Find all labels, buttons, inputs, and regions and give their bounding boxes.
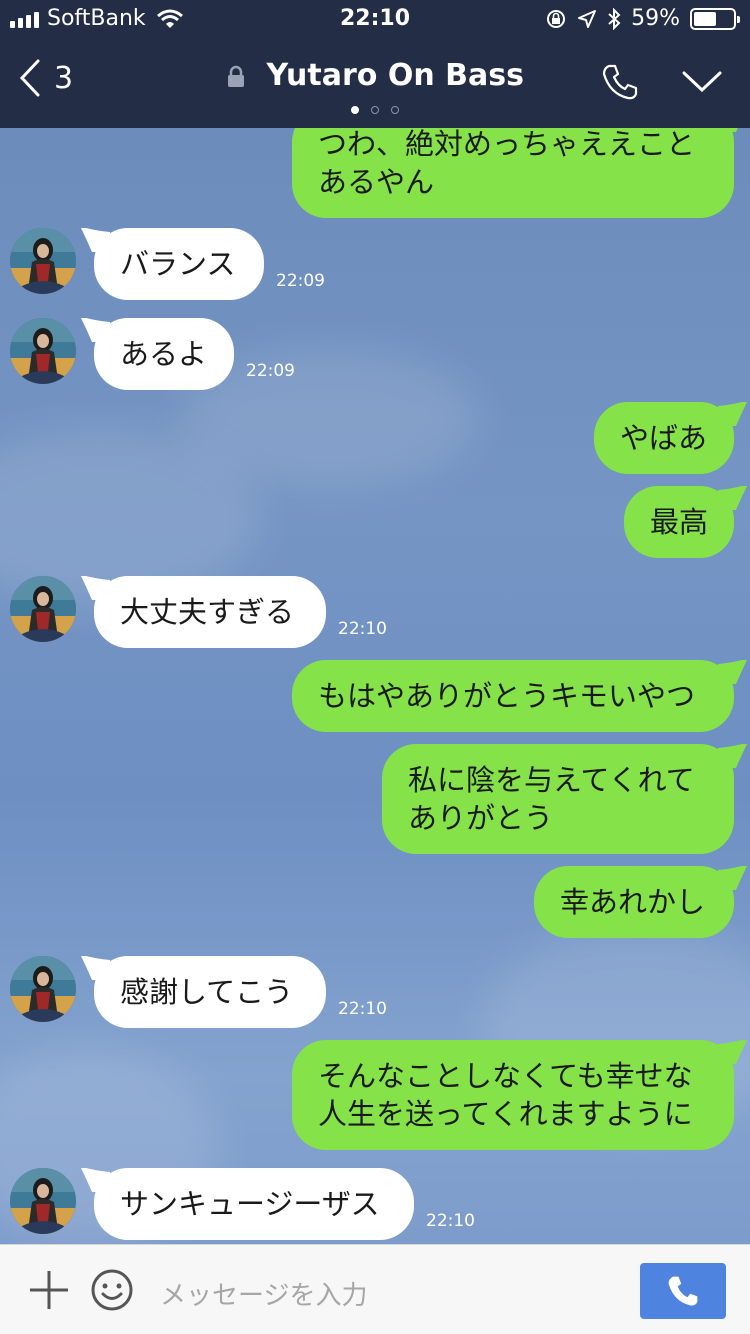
avatar[interactable] [10, 318, 76, 384]
battery-icon [690, 7, 740, 30]
voice-call-button[interactable] [640, 1263, 726, 1319]
message-time: 22:10 [338, 999, 387, 1019]
bubble-tail [718, 486, 748, 510]
message-meta: 22:10 [338, 618, 387, 640]
message-meta: 22:09 [246, 360, 295, 382]
message-text: ありがとう [408, 801, 554, 835]
message-text: あるよ [120, 337, 208, 371]
location-icon [578, 9, 597, 28]
chevron-down-icon [682, 71, 722, 93]
bubble-tail [80, 228, 110, 252]
message-time: 22:09 [246, 361, 295, 381]
call-header-button[interactable] [600, 62, 640, 106]
orientation-lock-icon [547, 9, 566, 28]
message-bubble[interactable]: バランス [80, 228, 264, 300]
message-meta: 22:09 [276, 270, 325, 292]
bubble-tail [718, 402, 748, 426]
bubble-tail [718, 866, 748, 890]
message-bubble[interactable]: 幸あれかし [534, 866, 748, 938]
message-text: 幸あれかし [560, 885, 706, 919]
message-input[interactable]: メッセージを入力 [160, 1275, 367, 1312]
menu-dropdown-button[interactable] [682, 70, 722, 98]
message-bubble[interactable]: 私に陰を与えてくれて ありがとう [382, 744, 748, 854]
emoji-icon[interactable] [90, 1268, 134, 1312]
message-text: 感謝してこう [120, 975, 294, 1009]
message-text: 大丈夫すぎる [120, 595, 295, 629]
message-bubble[interactable]: そんなことしなくても幸せな 人生を送ってくれますように [292, 1040, 748, 1150]
message-text: あるやん [318, 165, 435, 199]
lock-icon [228, 65, 245, 87]
bubble-tail [718, 660, 748, 684]
phone-icon [668, 1276, 698, 1306]
message-time: 22:10 [426, 1211, 475, 1231]
bubble-tail [80, 956, 110, 980]
bubble-tail [718, 744, 748, 768]
bubble-tail [80, 1168, 110, 1192]
chat-title-text: Yutaro On Bass [266, 58, 524, 93]
message-meta: 22:10 [338, 998, 387, 1020]
message-bubble[interactable]: 大丈夫すぎる [80, 576, 326, 648]
battery-percent: 59% [631, 6, 680, 31]
message-text: やばあ [620, 421, 708, 455]
phone-icon [602, 64, 638, 100]
chat-header: 3 Yutaro On Bass [0, 40, 750, 128]
status-bar: SoftBank 22:10 59% [0, 0, 750, 40]
bubble-tail [80, 576, 110, 600]
plus-icon[interactable] [28, 1269, 70, 1311]
avatar[interactable] [10, 956, 76, 1022]
page-dot [391, 106, 399, 114]
bubble-tail [718, 1040, 748, 1064]
bubble-tail [718, 128, 738, 132]
message-time: 22:10 [338, 619, 387, 639]
message-bubble[interactable]: 最高 [624, 486, 748, 558]
message-text: もはやありがとうキモいやつ [318, 679, 696, 713]
page-dot [371, 106, 379, 114]
bluetooth-icon [608, 7, 621, 30]
message-time: 22:09 [276, 271, 325, 291]
message-input-bar: メッセージを入力 [0, 1244, 750, 1334]
message-bubble[interactable]: もはやありがとうキモいやつ [292, 660, 748, 732]
message-bubble[interactable]: あるよ [80, 318, 234, 390]
message-bubble[interactable]: つわ、絶対めっちゃええこと あるやん [292, 128, 738, 218]
avatar[interactable] [10, 576, 76, 642]
message-text: サンキュージーザス [120, 1187, 380, 1221]
avatar[interactable] [10, 1168, 76, 1234]
message-text: 最高 [650, 505, 709, 539]
avatar[interactable] [10, 228, 76, 294]
page-dot [351, 106, 359, 114]
message-bubble[interactable]: サンキュージーザス [80, 1168, 414, 1240]
page-indicator [0, 106, 750, 114]
message-text: バランス [120, 247, 236, 281]
message-bubble[interactable]: 感謝してこう [80, 956, 326, 1028]
message-text: 人生を送ってくれますように [318, 1097, 693, 1131]
message-text: そんなことしなくても幸せな [318, 1059, 693, 1093]
chat-area[interactable]: つわ、絶対めっちゃええことあるやん既読22:09バランス22:09あるよ22:0… [0, 128, 750, 1244]
message-text: 私に陰を与えてくれて [408, 763, 695, 797]
bubble-tail [80, 318, 110, 342]
message-bubble[interactable]: やばあ [594, 402, 748, 474]
message-text: つわ、絶対めっちゃええこと [318, 128, 696, 161]
message-meta: 22:10 [426, 1210, 475, 1232]
